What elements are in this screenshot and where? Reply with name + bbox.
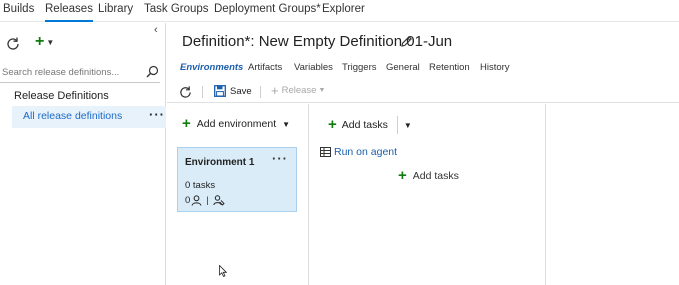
tab-task-groups[interactable]: Task Groups (144, 3, 209, 22)
pencil-icon[interactable] (400, 35, 413, 48)
environments-column: + Add environment ▼ Environment 1 ··· 0 … (167, 104, 309, 285)
caret-down-icon: ▼ (46, 37, 55, 47)
plus-icon: + (271, 83, 279, 98)
release-button[interactable]: + Release ▼ (271, 84, 325, 97)
release-definitions-heading[interactable]: Release Definitions (14, 90, 109, 102)
save-icon (214, 85, 226, 97)
environment-status-row: 0 | (185, 195, 225, 206)
plus-icon: + (328, 116, 337, 133)
agent-phase-icon (320, 147, 331, 157)
tab-releases[interactable]: Releases (45, 3, 93, 22)
definition-toolbar: Save + Release ▼ (167, 81, 679, 103)
tab-artifacts[interactable]: Artifacts (248, 62, 282, 73)
environment-name: Environment 1 (185, 157, 255, 168)
definition-editor: Definition*: New Empty Definition 01-Jun… (167, 23, 679, 285)
save-label: Save (230, 85, 252, 97)
add-tasks-button[interactable]: + Add tasks ▼ (328, 116, 412, 134)
sidebar-item-all-release-definitions[interactable]: All release definitions ··· (12, 106, 166, 128)
search-box (0, 63, 160, 83)
caret-down-icon: ▼ (282, 119, 291, 129)
caret-down-icon: ▼ (318, 87, 326, 94)
add-tasks-link-label: Add tasks (412, 170, 459, 182)
save-button[interactable]: Save (214, 85, 252, 97)
add-environment-button[interactable]: + Add environment ▼ (182, 116, 290, 132)
caret-down-icon[interactable]: ▼ (404, 121, 412, 130)
mouse-cursor-icon (219, 265, 227, 277)
add-tasks-link[interactable]: + Add tasks (398, 168, 459, 184)
plus-icon: + (35, 33, 45, 50)
tab-variables[interactable]: Variables (294, 62, 333, 73)
add-environment-label: Add environment (196, 118, 277, 130)
tab-retention[interactable]: Retention (429, 62, 470, 73)
run-on-agent-phase[interactable]: Run on agent (320, 146, 397, 158)
button-divider (396, 116, 398, 134)
tab-triggers[interactable]: Triggers (342, 62, 377, 73)
top-navigation: Builds Releases Library Task Groups Depl… (0, 0, 679, 22)
plus-icon: + (182, 115, 191, 132)
refresh-icon[interactable] (6, 36, 20, 50)
deployment-conditions-icon[interactable] (213, 195, 225, 206)
tab-environments[interactable]: Environments (180, 62, 243, 73)
environment-card[interactable]: Environment 1 ··· 0 tasks 0 | (177, 147, 297, 212)
run-on-agent-label: Run on agent (334, 146, 398, 158)
refresh-icon[interactable] (179, 85, 192, 98)
tab-explorer[interactable]: Explorer (322, 3, 365, 22)
more-options-icon[interactable]: ··· (272, 151, 288, 166)
separator: | (206, 195, 209, 206)
release-definitions-pane: ‹ + ▼ Release Definitions All release de… (0, 23, 166, 285)
tab-library[interactable]: Library (98, 3, 133, 22)
tab-history[interactable]: History (480, 62, 510, 73)
collapse-pane-icon[interactable]: ‹ (154, 24, 158, 36)
sidebar-item-label: All release definitions (23, 110, 123, 122)
search-input[interactable] (0, 63, 140, 81)
approvers-count: 0 (185, 195, 191, 206)
tasks-column: + Add tasks ▼ Run on agent + Add tasks (310, 104, 546, 285)
plus-icon: + (398, 167, 407, 184)
tab-builds[interactable]: Builds (3, 3, 34, 22)
toolbar-divider (202, 86, 203, 98)
toolbar-divider (260, 86, 261, 98)
tab-general[interactable]: General (386, 62, 420, 73)
release-label: Release (281, 85, 317, 96)
person-icon[interactable] (191, 195, 202, 206)
search-icon[interactable] (146, 65, 159, 78)
more-options-icon[interactable]: ··· (149, 107, 165, 122)
add-tasks-label: Add tasks (341, 119, 388, 131)
new-definition-button[interactable]: + ▼ (35, 34, 54, 50)
environment-task-count: 0 tasks (185, 180, 216, 191)
tab-deployment-groups[interactable]: Deployment Groups* (214, 3, 321, 22)
